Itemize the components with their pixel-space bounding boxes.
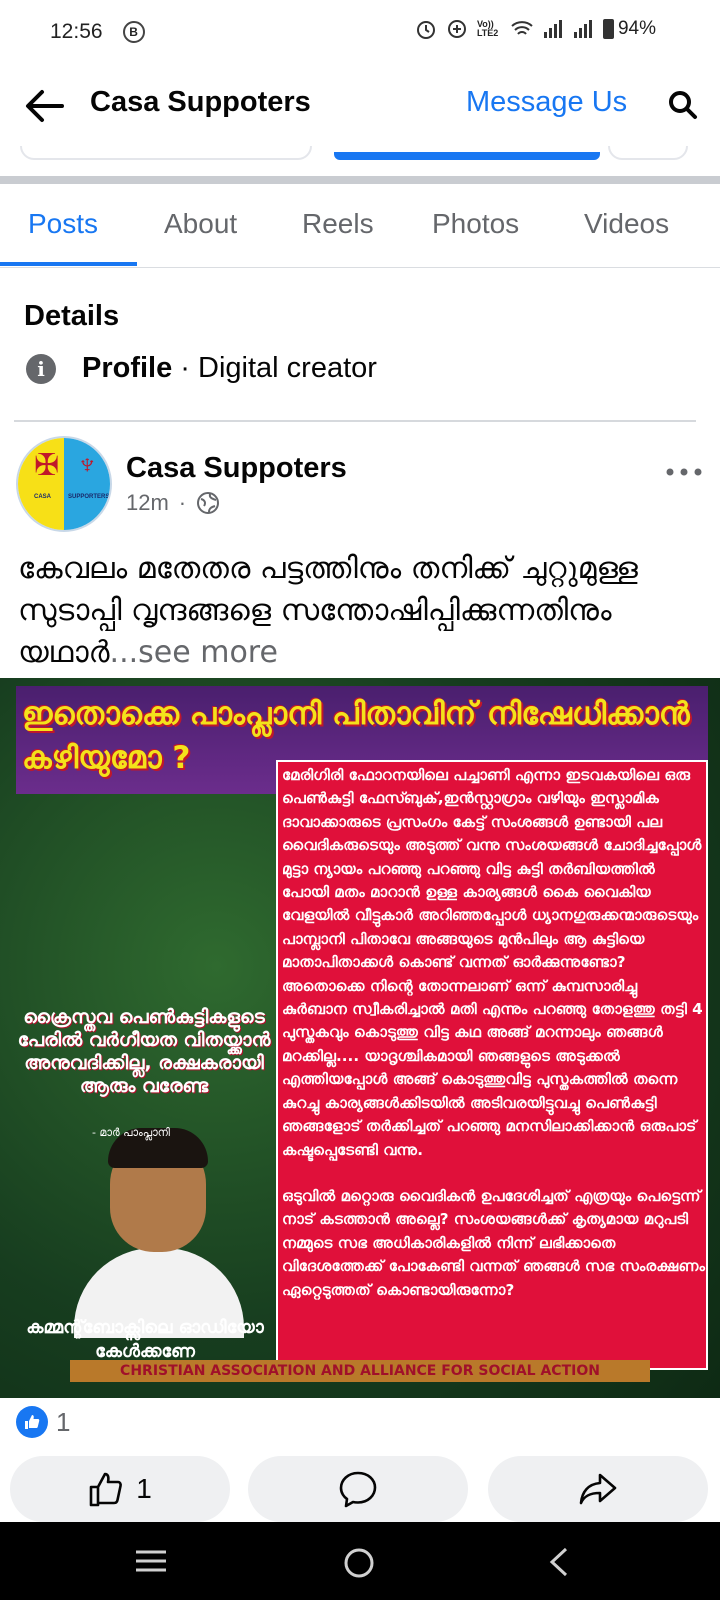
post-text: കേവലം മതേതര പട്ടത്തിനും തനിക്ക് ചുറ്റുമു… — [18, 548, 708, 674]
avatar-torch-icon: ♆ — [76, 448, 99, 481]
data-saver-icon — [447, 20, 466, 38]
post-time[interactable]: 12m — [126, 490, 169, 516]
signal-icon-2 — [573, 20, 592, 38]
signal-icon — [543, 20, 562, 38]
reaction-count: 1 — [56, 1406, 71, 1437]
post-author[interactable]: Casa Suppoters — [126, 452, 347, 485]
info-icon: i — [26, 354, 56, 384]
poster-quote-attribution: - മാർ പാംപ്ലാനി — [92, 1126, 170, 1139]
wifi-icon — [511, 21, 533, 35]
share-icon — [579, 1473, 617, 1505]
strip-button-primary[interactable] — [334, 152, 600, 160]
nav-back-icon[interactable] — [546, 1546, 570, 1578]
poster-body-text: മേരിഗിരി ഫോറനയിലെ പച്ചാണി എന്നാ ഇടവകയിലെ… — [282, 764, 706, 1302]
poster-footer: CHRISTIAN ASSOCIATION AND ALLIANCE FOR S… — [70, 1360, 650, 1382]
recent-apps-icon[interactable] — [134, 1546, 168, 1576]
post-meta: 12m · — [126, 490, 220, 516]
comment-button[interactable] — [248, 1456, 468, 1522]
tab-posts[interactable]: Posts — [28, 208, 98, 240]
active-tab-indicator — [0, 262, 137, 266]
status-icons: Vo)) LTE2 94% — [415, 18, 656, 40]
like-reaction-icon — [16, 1406, 48, 1438]
poster-audio-note: കമ്മന്റ്ബോക്സിലെ ഓഡിയോ കേൾക്കണേ — [26, 1317, 264, 1362]
home-icon[interactable] — [342, 1546, 376, 1580]
message-us-button[interactable]: Message Us — [466, 86, 627, 119]
section-divider — [0, 176, 720, 184]
like-button[interactable]: 1 — [10, 1456, 230, 1522]
battery-percent: 94% — [617, 18, 656, 39]
meta-separator: · — [178, 490, 187, 515]
details-heading: Details — [24, 300, 120, 332]
page-header: Casa Suppoters Message Us — [0, 64, 720, 146]
alarm-icon — [416, 21, 435, 39]
profile-tabs: Posts About Reels Photos Videos — [0, 190, 720, 268]
volte-label: Vo)) LTE2 — [476, 19, 499, 38]
poster-body-paragraph-2: ഒടുവിൽ മറ്റൊരു വൈദികൻ ഉപദേശിച്ചത് എത്രയു… — [282, 1186, 705, 1299]
page-title: Casa Suppoters — [90, 86, 311, 118]
post-image[interactable]: ഇതൊക്കെ പാംപ്ലാനി പിതാവിന് നിഷേധിക്കാൻ ക… — [0, 678, 720, 1398]
system-nav-bar — [0, 1522, 720, 1600]
post-avatar[interactable]: ✠ ♆ CASA SUPPORTERS — [16, 436, 112, 532]
profile-category: · Digital creator — [172, 352, 377, 384]
thumbs-up-icon — [89, 1472, 123, 1507]
tab-photos[interactable]: Photos — [432, 208, 519, 240]
tab-reels[interactable]: Reels — [302, 208, 374, 240]
like-count: 1 — [136, 1473, 152, 1504]
poster-quote: ക്രൈസ്തവ പെൺകുട്ടികളുടെ പേരിൽ വർഗീയത വിത… — [17, 1006, 271, 1097]
avatar-right-label: SUPPORTERS — [68, 494, 110, 500]
back-arrow-icon[interactable] — [24, 88, 64, 124]
tab-about[interactable]: About — [164, 208, 237, 240]
globe-icon — [197, 492, 220, 514]
avatar-emblem-icon: ✠ — [34, 449, 60, 482]
status-time: 12:56 — [50, 20, 103, 43]
strip-button-left[interactable] — [20, 146, 312, 160]
profile-details: Profile · Digital creator — [82, 352, 377, 385]
poster-body-paragraph-1: മേരിഗിരി ഫോറനയിലെ പച്ചാണി എന്നാ ഇടവകയിലെ… — [282, 766, 703, 1159]
battery-indicator: 94% — [602, 18, 656, 40]
details-divider — [14, 420, 696, 422]
post-actions: 1 — [0, 1456, 720, 1522]
comment-icon — [339, 1471, 377, 1508]
profile-label: Profile — [82, 352, 173, 384]
tab-videos[interactable]: Videos — [584, 208, 669, 240]
reaction-summary[interactable]: 1 — [16, 1406, 70, 1438]
strip-button-right[interactable] — [608, 146, 688, 160]
see-more-link[interactable]: ...see more — [110, 635, 278, 670]
share-button[interactable] — [488, 1456, 708, 1522]
more-options-icon[interactable] — [664, 460, 704, 484]
status-bar: 12:56 B Vo)) LTE2 94% — [0, 0, 720, 64]
battery-icon — [602, 19, 614, 39]
search-icon[interactable] — [668, 90, 698, 120]
poster-person-photo — [74, 1118, 244, 1338]
b-notification-icon: B — [122, 21, 145, 43]
avatar-left-label: CASA — [34, 494, 52, 500]
